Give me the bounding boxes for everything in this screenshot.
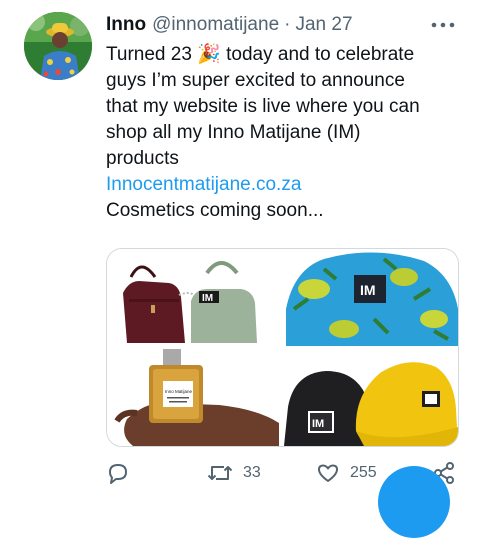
more-options-icon[interactable]	[428, 16, 458, 34]
website-link[interactable]: Innocentmatijane.co.za	[106, 172, 466, 198]
avatar[interactable]	[24, 12, 92, 80]
tweet-text-line: guys I’m super excited to announce	[106, 70, 405, 91]
tweet-text-line: that my website is live where you can	[106, 96, 420, 117]
like-count: 255	[350, 464, 377, 481]
perfume-bottle-image[interactable]: Inno Matijane	[107, 349, 281, 446]
tweet-date[interactable]: Jan 27	[295, 14, 352, 36]
header-separator: ·	[284, 14, 291, 35]
tweet-text-line: products	[106, 148, 179, 169]
handbags-image[interactable]: IM	[107, 249, 281, 346]
bucket-hats-black-yellow-image[interactable]: IM	[284, 349, 458, 446]
tweet-text-line: Cosmetics coming soon...	[106, 200, 324, 221]
tweet-text-line: Turned 23 🎉 today and to celebrate	[106, 44, 415, 65]
retweet-count: 33	[243, 464, 261, 481]
im-logo-label: IM	[312, 418, 324, 430]
im-logo-label: IM	[202, 293, 213, 304]
reply-button[interactable]	[106, 461, 130, 485]
perfume-brand-label: Inno Matijane	[165, 389, 193, 394]
tweet-text: Turned 23 🎉 today and to celebrate guys …	[106, 42, 466, 224]
heart-icon	[316, 461, 340, 485]
media-grid: IM IM Inno Matijane IM	[106, 248, 459, 447]
reply-icon	[106, 461, 130, 485]
retweet-icon	[207, 461, 233, 485]
im-logo-label: IM	[360, 282, 376, 298]
tweet-text-line: shop all my Inno Matijane (IM)	[106, 122, 361, 143]
blue-bucket-hat-image[interactable]: IM	[284, 249, 458, 346]
retweet-button[interactable]: 33	[207, 461, 261, 485]
tweet[interactable]: Inno @innomatijane · Jan 27 Turned 23 🎉 …	[0, 0, 480, 538]
like-button[interactable]: 255	[316, 461, 377, 485]
user-handle[interactable]: @innomatijane	[152, 14, 279, 36]
compose-tweet-button[interactable]	[378, 466, 450, 538]
display-name[interactable]: Inno	[106, 14, 146, 36]
tweet-header: Inno @innomatijane · Jan 27	[106, 12, 353, 38]
